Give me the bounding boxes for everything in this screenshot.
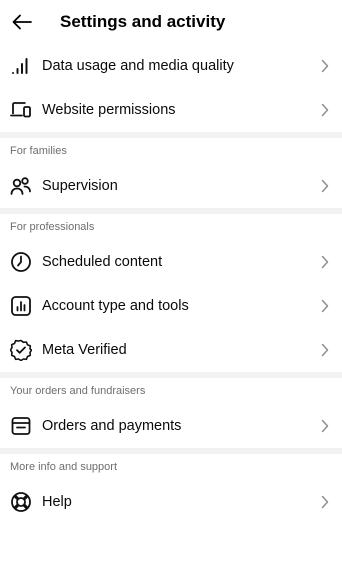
menu-item-data-usage[interactable]: Data usage and media quality	[0, 44, 342, 88]
verified-badge-icon	[10, 339, 32, 361]
section-header: More info and support	[10, 461, 118, 473]
section-header: For professionals	[10, 221, 95, 233]
menu-item-label: Supervision	[42, 178, 118, 194]
chevron-right-icon	[320, 299, 330, 313]
chevron-right-icon	[320, 59, 330, 73]
page-title: Settings and activity	[60, 12, 226, 31]
menu-item-scheduled-content[interactable]: Scheduled content	[0, 240, 342, 284]
menu-item-label: Help	[42, 494, 72, 510]
chevron-right-icon	[320, 179, 330, 193]
menu-item-website-permissions[interactable]: Website permissions	[0, 88, 342, 132]
menu-item-label: Data usage and media quality	[42, 58, 234, 74]
menu-item-meta-verified[interactable]: Meta Verified	[0, 328, 342, 372]
header: Settings and activity	[0, 0, 342, 44]
chevron-right-icon	[320, 343, 330, 357]
menu-item-label: Meta Verified	[42, 342, 127, 358]
back-arrow-icon[interactable]	[10, 10, 34, 34]
people-icon	[10, 175, 32, 197]
section-header: Your orders and fundraisers	[10, 385, 146, 397]
menu-item-label: Website permissions	[42, 102, 176, 118]
devices-icon	[10, 99, 32, 121]
chart-box-icon	[10, 295, 32, 317]
lifebuoy-icon	[10, 491, 32, 513]
menu-item-label: Account type and tools	[42, 298, 189, 314]
chevron-right-icon	[320, 419, 330, 433]
section-header: For families	[10, 145, 67, 157]
clock-icon	[10, 251, 32, 273]
menu-item-supervision[interactable]: Supervision	[0, 164, 342, 208]
menu-item-account-type[interactable]: Account type and tools	[0, 284, 342, 328]
menu-item-help[interactable]: Help	[0, 480, 342, 524]
menu-item-orders-payments[interactable]: Orders and payments	[0, 404, 342, 448]
chevron-right-icon	[320, 103, 330, 117]
chevron-right-icon	[320, 495, 330, 509]
signal-bars-icon	[10, 55, 32, 77]
menu-item-label: Scheduled content	[42, 254, 163, 270]
receipt-icon	[10, 415, 32, 437]
menu-item-label: Orders and payments	[42, 418, 182, 434]
chevron-right-icon	[320, 255, 330, 269]
